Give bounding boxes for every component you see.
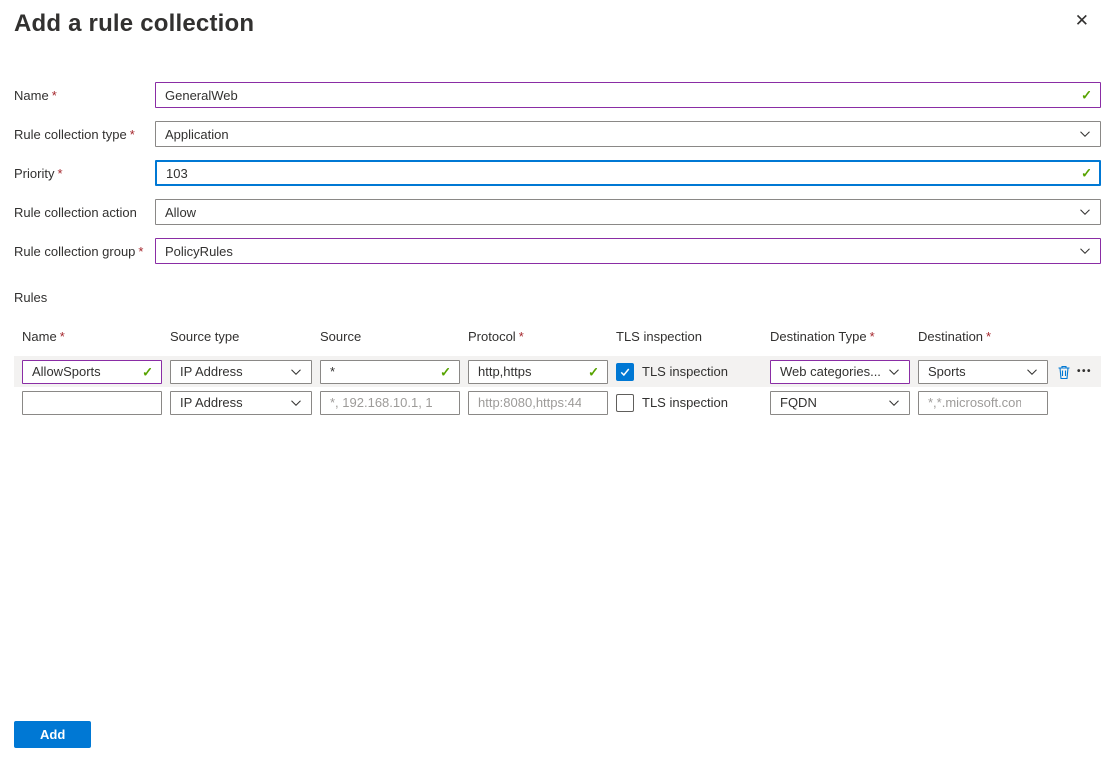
rule-source-input[interactable] xyxy=(320,390,460,415)
rule-source-type-select[interactable]: IP Address xyxy=(170,390,312,415)
rule-name-control: ✓ xyxy=(22,359,162,384)
chevron-down-icon xyxy=(290,366,302,378)
chevron-down-icon xyxy=(290,397,302,409)
header-destination-type: Destination Type * xyxy=(770,329,875,344)
rule-protocol-input[interactable] xyxy=(468,390,608,415)
chevron-down-icon xyxy=(1026,366,1038,378)
name-input[interactable] xyxy=(155,82,1101,108)
row-actions: ••• xyxy=(1056,364,1096,380)
rule-collection-form: Name* ✓ Rule collection type* Applicatio… xyxy=(14,82,1101,305)
header-destination: Destination * xyxy=(918,329,992,344)
rule-collection-group-label: Rule collection group * xyxy=(14,243,144,259)
chevron-down-icon xyxy=(1079,128,1091,140)
priority-control: ✓ xyxy=(155,160,1101,186)
required-asterisk: * xyxy=(129,126,135,142)
required-asterisk: * xyxy=(138,243,144,259)
rule-destination-select[interactable]: Sports xyxy=(918,359,1048,384)
tls-inspection-label: TLS inspection xyxy=(642,364,728,379)
header-source: Source xyxy=(320,329,362,344)
rule-destination-type-select[interactable]: Web categories... xyxy=(770,359,910,384)
add-rule-collection-panel: Add a rule collection ✕ Name* ✓ Rule col… xyxy=(0,0,1115,758)
rule-destination-type-select[interactable]: FQDN xyxy=(770,390,910,415)
page-title: Add a rule collection xyxy=(14,10,255,37)
add-button[interactable]: Add xyxy=(14,721,92,748)
header-name: Name * xyxy=(22,329,65,344)
table-row: ✓ IP Address ✓ ✓ TLS inspection xyxy=(14,356,1101,387)
rules-table-header: Name * Source type Source Protocol * TLS i… xyxy=(14,329,1101,344)
rule-collection-group-row: Rule collection group * PolicyRules xyxy=(14,238,1101,264)
chevron-down-icon xyxy=(888,366,900,378)
header-source-type: Source type xyxy=(170,329,240,344)
rule-name-control xyxy=(22,390,162,415)
chevron-down-icon xyxy=(888,397,900,409)
delete-rule-button[interactable] xyxy=(1056,364,1072,380)
tls-inspection-checkbox[interactable] xyxy=(616,362,634,381)
rule-collection-type-row: Rule collection type * Application xyxy=(14,121,1101,147)
rule-name-input[interactable] xyxy=(22,359,162,384)
rule-collection-type-select[interactable]: Application xyxy=(155,121,1101,147)
rule-source-type-select[interactable]: IP Address xyxy=(170,359,312,384)
rule-collection-action-label: Rule collection action xyxy=(14,204,137,220)
rule-collection-type-label: Rule collection type * xyxy=(14,126,135,142)
chevron-down-icon xyxy=(1079,245,1091,257)
name-control: ✓ xyxy=(155,82,1101,108)
tls-inspection-checkbox[interactable] xyxy=(616,393,634,412)
name-label: Name * xyxy=(14,87,57,103)
priority-input[interactable] xyxy=(155,160,1101,186)
rule-collection-action-select[interactable]: Allow xyxy=(155,199,1101,225)
rule-name-input[interactable] xyxy=(22,390,162,415)
rule-collection-action-control: Allow xyxy=(155,199,1101,225)
priority-label: Priority * xyxy=(14,165,63,181)
rules-section-label: Rules xyxy=(14,290,48,305)
more-options-button[interactable]: ••• xyxy=(1077,366,1092,377)
rule-source-control: ✓ xyxy=(320,359,460,384)
rule-destination-input[interactable] xyxy=(918,390,1048,415)
rule-collection-action-row: Rule collection action Allow xyxy=(14,199,1101,225)
rule-protocol-control: ✓ xyxy=(468,359,608,384)
rule-destination-control xyxy=(918,390,1048,415)
required-asterisk: * xyxy=(51,87,57,103)
chevron-down-icon xyxy=(1079,206,1091,218)
rule-tls-cell: TLS inspection xyxy=(616,393,762,412)
rule-collection-type-control: Application xyxy=(155,121,1101,147)
close-icon[interactable]: ✕ xyxy=(1075,12,1089,29)
rule-collection-group-select[interactable]: PolicyRules xyxy=(155,238,1101,264)
rule-protocol-control xyxy=(468,390,608,415)
priority-row: Priority* ✓ xyxy=(14,160,1101,186)
rule-source-input[interactable] xyxy=(320,359,460,384)
rule-source-control xyxy=(320,390,460,415)
rule-collection-group-control: PolicyRules xyxy=(155,238,1101,264)
trash-icon xyxy=(1058,365,1070,379)
name-row: Name* ✓ xyxy=(14,82,1101,108)
required-asterisk: * xyxy=(57,165,63,181)
table-row: IP Address TLS inspection FQDN xyxy=(14,387,1101,418)
tls-inspection-label: TLS inspection xyxy=(642,395,728,410)
rule-protocol-input[interactable] xyxy=(468,359,608,384)
header-tls-inspection: TLS inspection xyxy=(616,329,702,344)
rules-table: Name * Source type Source Protocol * TLS i… xyxy=(14,329,1101,418)
rule-tls-cell: TLS inspection xyxy=(616,362,762,381)
header-protocol: Protocol * xyxy=(468,329,524,344)
